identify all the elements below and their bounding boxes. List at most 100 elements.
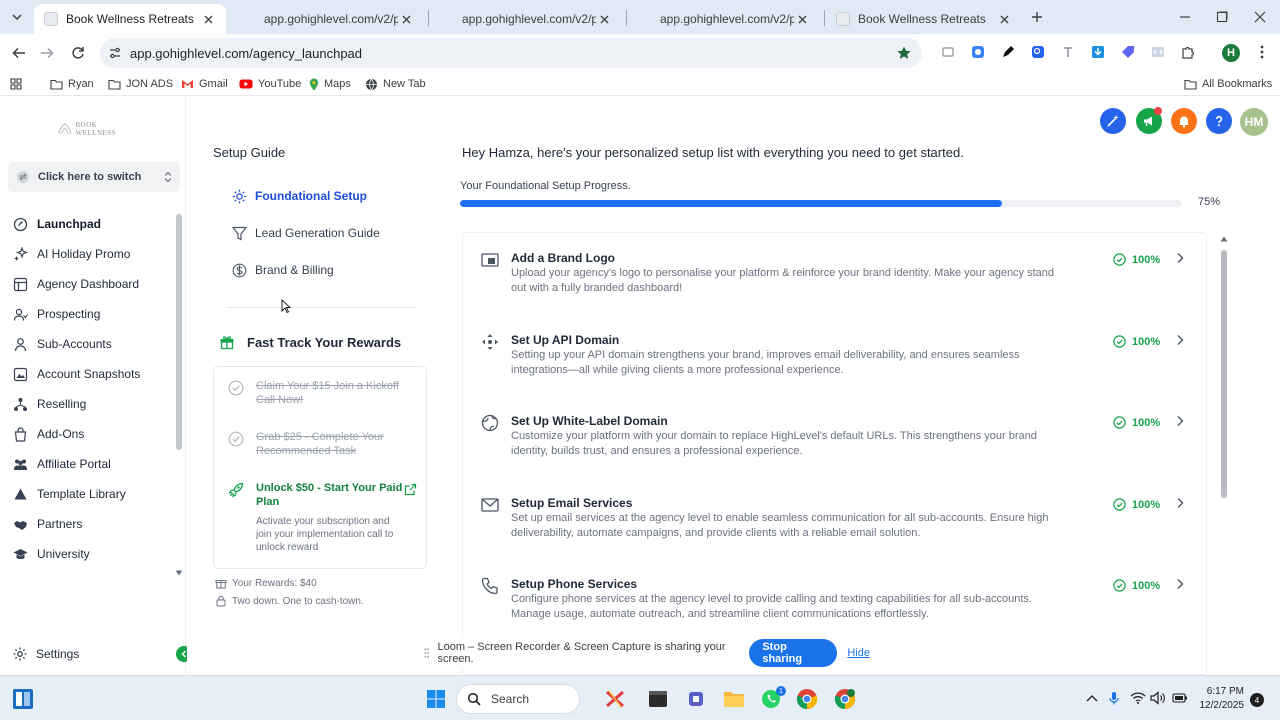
extensions-puzzle-icon[interactable] xyxy=(1180,44,1196,60)
browser-tab[interactable]: Book Wellness Retreats xyxy=(34,4,226,34)
new-tab-icon[interactable] xyxy=(1028,8,1046,26)
bookmark-ryan[interactable]: Ryan xyxy=(50,76,94,92)
microphone-icon[interactable] xyxy=(1106,690,1122,706)
sidebar-scrollbar[interactable] xyxy=(176,214,182,450)
tab-close-icon[interactable] xyxy=(398,11,414,27)
minimize-icon[interactable] xyxy=(1176,8,1194,26)
bookmark-new-tab[interactable]: New Tab xyxy=(365,76,426,92)
tag-extension-icon[interactable] xyxy=(1120,44,1136,60)
download-extension-icon[interactable] xyxy=(1090,44,1106,60)
drag-handle-icon[interactable] xyxy=(424,647,430,659)
browser-tab[interactable]: Book Wellness Retreats xyxy=(826,4,1022,34)
extension-icon[interactable] xyxy=(1030,44,1046,60)
wifi-icon[interactable] xyxy=(1130,690,1146,706)
sidebar-item-add-ons[interactable]: Add-Ons xyxy=(12,424,84,444)
tab-search-icon[interactable] xyxy=(6,7,28,27)
sidebar-item-agency-dashboard[interactable]: Agency Dashboard xyxy=(12,274,139,294)
account-switcher[interactable]: Click here to switch xyxy=(8,162,180,192)
browser-tab[interactable]: app.gohighlevel.com/v2/previe xyxy=(430,4,622,34)
apps-grid-icon[interactable] xyxy=(10,76,22,92)
sidebar-item-affiliate-portal[interactable]: Affiliate Portal xyxy=(12,454,111,474)
reward-item-paid-plan[interactable]: Unlock $50 - Start Your Paid Plan Activa… xyxy=(228,481,417,554)
category-lead-generation-guide[interactable]: Lead Generation Guide xyxy=(231,224,380,242)
battery-icon[interactable] xyxy=(1172,690,1188,706)
reload-icon[interactable] xyxy=(67,42,89,64)
terminal-app-icon[interactable] xyxy=(647,688,669,710)
extension-icon[interactable] xyxy=(940,44,956,60)
forward-icon[interactable] xyxy=(36,42,58,64)
tab-close-icon[interactable] xyxy=(794,11,810,27)
sidebar-item-account-snapshots[interactable]: Account Snapshots xyxy=(12,364,140,384)
rewards-card: Claim Your $15 Join a Kickoff Call Now! … xyxy=(213,366,427,569)
tab-close-icon[interactable] xyxy=(200,11,216,27)
tab-close-icon[interactable] xyxy=(596,11,612,27)
volume-icon[interactable] xyxy=(1150,690,1166,706)
sidebar-item-launchpad[interactable]: Launchpad xyxy=(12,214,101,234)
task-item-email-services[interactable]: Setup Email Services Set up email servic… xyxy=(463,478,1206,558)
task-item-brand-logo[interactable]: Add a Brand Logo Upload your agency's lo… xyxy=(463,233,1206,313)
reward-item-recommended-task[interactable]: Grab $25 - Complete Your Recommended Tas… xyxy=(228,430,406,458)
bookmark-star-icon[interactable] xyxy=(896,45,912,61)
code-extension-icon[interactable] xyxy=(1150,44,1166,60)
notification-dot xyxy=(1154,107,1162,115)
sidebar-item-ai-holiday-promo[interactable]: AI Holiday Promo xyxy=(12,244,130,264)
bookmark-gmail[interactable]: Gmail xyxy=(181,76,228,92)
bookmark-youtube[interactable]: YouTube xyxy=(239,76,301,92)
ai-assistant-button[interactable] xyxy=(1100,108,1126,134)
bookmark-jon-ads[interactable]: JON ADS xyxy=(108,76,173,92)
all-bookmarks[interactable]: All Bookmarks xyxy=(1184,76,1272,92)
maximize-icon[interactable] xyxy=(1213,8,1231,26)
tray-chevron-up-icon[interactable] xyxy=(1084,690,1100,706)
external-link-icon[interactable] xyxy=(404,483,417,496)
task-item-api-domain[interactable]: Set Up API Domain Setting up your API do… xyxy=(463,315,1206,395)
category-brand-billing[interactable]: Brand & Billing xyxy=(231,261,334,279)
task-item-white-label-domain[interactable]: Set Up White-Label Domain Customize your… xyxy=(463,396,1206,476)
help-button[interactable] xyxy=(1206,108,1232,134)
pen-extension-icon[interactable] xyxy=(1000,44,1016,60)
profile-avatar[interactable]: H xyxy=(1222,44,1240,62)
site-info-icon[interactable] xyxy=(108,46,122,60)
category-foundational-setup[interactable]: Foundational Setup xyxy=(231,187,367,205)
sidebar-item-settings[interactable]: Settings xyxy=(12,644,79,664)
browser-tab[interactable]: app.gohighlevel.com/v2/previe xyxy=(232,4,424,34)
hide-link[interactable]: Hide xyxy=(847,647,870,659)
notifications-button[interactable] xyxy=(1171,108,1197,134)
user-avatar[interactable]: HM xyxy=(1240,108,1268,136)
file-explorer-icon[interactable] xyxy=(723,688,745,710)
address-bar[interactable]: app.gohighlevel.com/agency_launchpad xyxy=(100,38,922,68)
widgets-icon[interactable] xyxy=(12,688,34,710)
sidebar-item-sub-accounts[interactable]: Sub-Accounts xyxy=(12,334,112,354)
extension-icon[interactable] xyxy=(1060,44,1076,60)
sidebar-item-label: Template Library xyxy=(37,487,126,501)
game-app-icon[interactable] xyxy=(604,688,626,710)
back-icon[interactable] xyxy=(8,42,30,64)
sidebar-item-prospecting[interactable]: Prospecting xyxy=(12,304,100,324)
task-scroll-up-icon[interactable] xyxy=(1220,235,1228,243)
sidebar-item-reselling[interactable]: Reselling xyxy=(12,394,86,414)
bookmark-maps[interactable]: Maps xyxy=(309,76,351,92)
teams-app-icon[interactable] xyxy=(686,688,708,710)
windows-start-icon[interactable] xyxy=(425,688,447,710)
browser-tab[interactable]: app.gohighlevel.com/v2/previe xyxy=(628,4,820,34)
stop-sharing-button[interactable]: Stop sharing xyxy=(749,639,838,667)
notification-count-badge[interactable]: 4 xyxy=(1250,693,1264,707)
sidebar-item-partners[interactable]: Partners xyxy=(12,514,82,534)
sidebar-item-label: Reselling xyxy=(37,397,87,411)
task-list-scrollbar[interactable] xyxy=(1221,250,1227,498)
task-title: Setup Email Services xyxy=(511,496,633,510)
taskbar-search[interactable]: Search xyxy=(456,684,580,714)
browser-menu-icon[interactable] xyxy=(1254,44,1270,60)
reward-description: Activate your subscription and join your… xyxy=(256,516,394,553)
reward-item-kickoff-call[interactable]: Claim Your $15 Join a Kickoff Call Now! xyxy=(228,379,406,407)
tab-close-icon[interactable] xyxy=(996,11,1012,27)
system-clock[interactable]: 6:17 PM 12/2/2025 xyxy=(1198,685,1245,713)
agency-logo[interactable]: BOOK WELLNESS xyxy=(58,118,130,140)
scroll-down-arrow-icon[interactable] xyxy=(175,569,183,577)
close-window-icon[interactable] xyxy=(1251,8,1269,26)
extension-icon[interactable] xyxy=(970,44,986,60)
chrome-profile-icon[interactable] xyxy=(834,688,856,710)
sidebar-item-template-library[interactable]: Template Library xyxy=(12,484,126,504)
task-item-phone-services[interactable]: Setup Phone Services Configure phone ser… xyxy=(463,559,1206,639)
sidebar-item-university[interactable]: University xyxy=(12,544,90,564)
chrome-icon[interactable] xyxy=(796,688,818,710)
